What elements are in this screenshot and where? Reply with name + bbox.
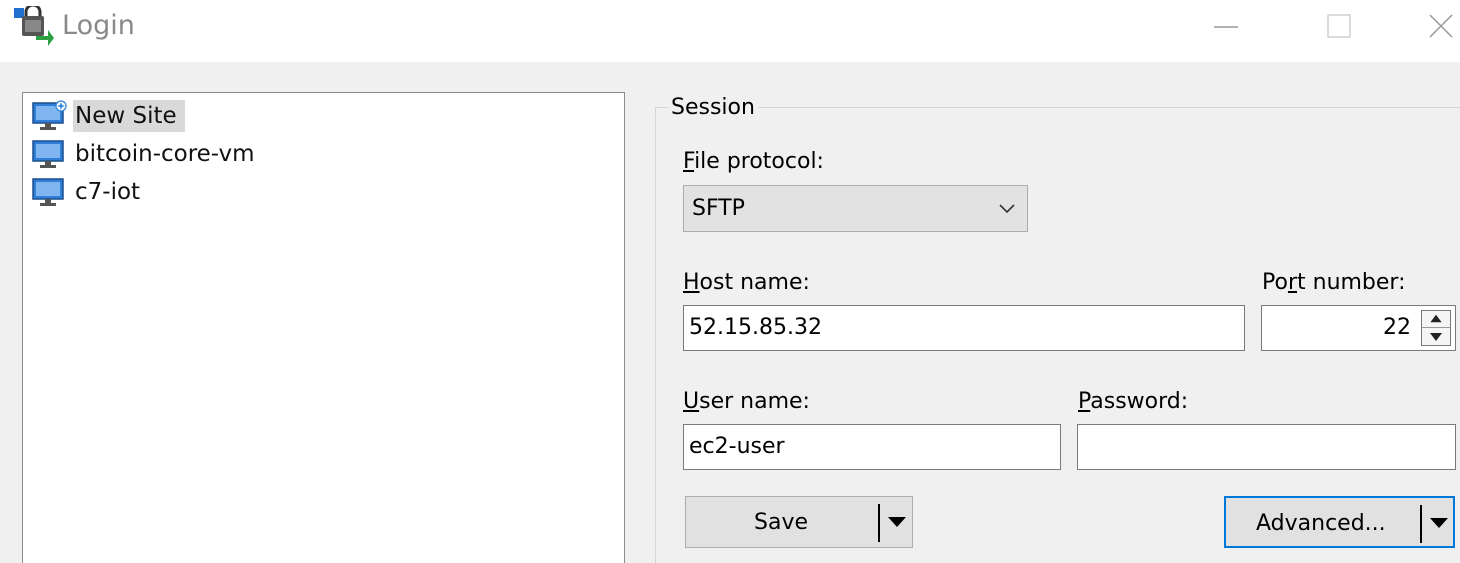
user-name-input[interactable]: ec2-user — [683, 424, 1061, 470]
port-number-input[interactable]: 22 — [1261, 305, 1456, 351]
port-spinner[interactable] — [1421, 310, 1451, 346]
site-item-bitcoin-core-vm[interactable]: bitcoin-core-vm — [31, 136, 263, 172]
title-bar: Login — [0, 0, 1460, 62]
password-input[interactable] — [1077, 424, 1456, 470]
port-number-value: 22 — [1383, 315, 1411, 340]
lock-computer-icon — [14, 6, 54, 46]
advanced-dropdown-arrow-icon[interactable] — [1428, 515, 1450, 531]
split-separator — [1420, 505, 1422, 543]
spin-down-icon[interactable] — [1422, 328, 1450, 345]
site-item-label: bitcoin-core-vm — [75, 141, 255, 167]
new-site-monitor-icon — [32, 100, 67, 130]
save-dropdown-arrow-icon[interactable] — [886, 514, 908, 530]
split-separator — [878, 504, 880, 542]
save-button-label: Save — [754, 510, 809, 535]
password-label: Password: — [1078, 389, 1189, 414]
maximize-icon[interactable] — [1310, 0, 1370, 55]
chevron-down-icon — [999, 204, 1015, 214]
spin-up-icon[interactable] — [1422, 311, 1450, 328]
close-icon[interactable] — [1410, 0, 1460, 55]
session-group-title: Session — [668, 95, 758, 120]
monitor-icon — [32, 178, 64, 206]
site-item-label: c7-iot — [75, 179, 141, 205]
file-protocol-select[interactable]: SFTP — [683, 185, 1028, 232]
site-item-new-site[interactable]: New Site — [31, 98, 185, 134]
host-name-label: Host name: — [683, 270, 810, 295]
site-item-c7-iot[interactable]: c7-iot — [31, 174, 148, 210]
port-number-label: Port number: — [1262, 270, 1406, 295]
site-list[interactable]: New Site bitcoin-core-vm c7-iot — [22, 92, 625, 563]
monitor-icon — [32, 140, 64, 168]
save-button[interactable]: Save — [685, 496, 913, 548]
file-protocol-value: SFTP — [692, 196, 745, 221]
advanced-button-label: Advanced... — [1256, 511, 1386, 536]
file-protocol-label: File protocol: — [683, 149, 824, 174]
advanced-button[interactable]: Advanced... — [1224, 496, 1455, 548]
host-name-input[interactable]: 52.15.85.32 — [683, 305, 1245, 351]
user-name-label: User name: — [683, 389, 810, 414]
minimize-icon[interactable] — [1196, 0, 1256, 55]
user-name-value: ec2-user — [689, 434, 785, 459]
site-item-label: New Site — [73, 100, 185, 132]
window-title: Login — [62, 10, 135, 41]
host-name-value: 52.15.85.32 — [689, 315, 822, 340]
